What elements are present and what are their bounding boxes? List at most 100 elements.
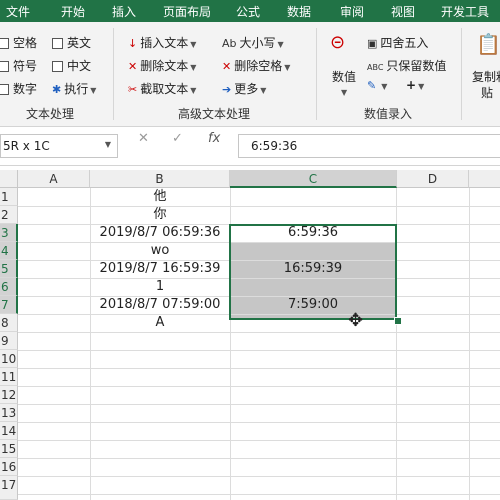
number-checkbox[interactable]: 数字: [0, 80, 37, 97]
english-checkbox[interactable]: 英文: [52, 34, 91, 51]
tab-home[interactable]: 开始: [61, 3, 85, 20]
execute-button[interactable]: ✱ 执行 ▼: [52, 80, 96, 97]
group-separator: [316, 28, 317, 120]
tab-file[interactable]: 文件: [6, 3, 30, 20]
select-all-corner[interactable]: [0, 170, 18, 188]
chevron-down-icon: ▼: [418, 82, 425, 91]
group-label-number-entry: 数值录入: [364, 107, 413, 121]
fill-handle[interactable]: [394, 317, 402, 325]
tab-insert[interactable]: 插入: [112, 3, 136, 20]
row-header[interactable]: 4: [0, 242, 18, 260]
chevron-down-icon: ▼: [341, 88, 348, 97]
insert-text-icon: ↓: [128, 37, 138, 50]
cell-b6[interactable]: 1: [90, 278, 230, 296]
tab-data[interactable]: 数据: [287, 3, 311, 20]
group-separator: [461, 28, 462, 120]
cell-b4[interactable]: wo: [90, 242, 230, 260]
row-header[interactable]: 1: [0, 188, 18, 206]
row-header[interactable]: 7: [0, 296, 18, 314]
chevron-down-icon: ▼: [260, 86, 267, 95]
row-header[interactable]: 9: [0, 332, 18, 350]
delete-space-icon: ✕: [222, 60, 232, 73]
row-header[interactable]: 14: [0, 422, 18, 440]
extract-text-icon: ✂: [128, 83, 138, 96]
tab-view[interactable]: 视图: [391, 3, 415, 20]
ribbon: 空格 英文 符号 中文 数字 ✱ 执行 ▼ 文本处理 ↓ 插入文本 ▼ Ab 大小写 ▼ ✕…: [0, 22, 500, 127]
keep-value-button[interactable]: ABC 只保留数值: [367, 57, 446, 74]
tab-review[interactable]: 审阅: [340, 3, 364, 20]
round-icon: ▣: [367, 37, 378, 50]
edit-button[interactable]: ✎ ▼: [367, 78, 387, 92]
column-header-a[interactable]: A: [18, 170, 90, 188]
pencil-icon: ✎: [367, 79, 377, 92]
row-header[interactable]: 11: [0, 368, 18, 386]
chinese-checkbox[interactable]: 中文: [52, 57, 91, 74]
row-header[interactable]: 16: [0, 458, 18, 476]
checkbox-icon: [0, 61, 9, 72]
case-icon: Ab: [222, 37, 237, 50]
chevron-down-icon: ▼: [381, 82, 388, 91]
plus-button[interactable]: + ▼: [406, 78, 424, 92]
case-button[interactable]: Ab 大小写 ▼: [222, 34, 284, 51]
row-header[interactable]: 13: [0, 404, 18, 422]
tab-developer[interactable]: 开发工具: [441, 3, 489, 20]
tab-page-layout[interactable]: 页面布局: [163, 3, 211, 20]
formula-bar: 5R x 1C ▼ ✕ ✓ fx 6:59:36: [0, 127, 500, 166]
insert-function-icon[interactable]: fx: [208, 131, 220, 146]
copy-paste-button[interactable]: 复制粘: [472, 68, 500, 85]
delete-text-button[interactable]: ✕ 删除文本 ▼: [128, 57, 196, 74]
row-header[interactable]: 5: [0, 260, 18, 278]
chevron-down-icon: ▼: [104, 140, 111, 149]
cell-b8[interactable]: A: [90, 314, 230, 332]
cell-b1[interactable]: 他: [90, 188, 230, 206]
clipboard-icon: 📋: [476, 32, 500, 56]
round-button[interactable]: ▣ 四舍五入: [367, 34, 428, 51]
chevron-down-icon: ▼: [190, 86, 197, 95]
move-cursor-icon: ✥: [348, 310, 364, 331]
numeric-button[interactable]: 数值: [332, 68, 356, 85]
name-box[interactable]: 5R x 1C ▼: [0, 134, 118, 158]
space-checkbox[interactable]: 空格: [0, 34, 37, 51]
cell-b3[interactable]: 2019/8/7 06:59:36: [90, 224, 230, 242]
checkbox-icon: [0, 84, 9, 95]
chevron-down-icon: ▼: [190, 40, 197, 49]
chevron-down-icon: ▼: [90, 86, 97, 95]
row-header[interactable]: 8: [0, 314, 18, 332]
abc-icon: ABC: [367, 63, 384, 72]
column-header-d[interactable]: D: [397, 170, 469, 188]
delete-text-icon: ✕: [128, 60, 138, 73]
group-separator: [113, 28, 114, 120]
cell-b5[interactable]: 2019/8/7 16:59:39: [90, 260, 230, 278]
tab-formulas[interactable]: 公式: [236, 3, 260, 20]
row-header[interactable]: 17: [0, 476, 18, 500]
extract-text-button[interactable]: ✂ 截取文本 ▼: [128, 80, 196, 97]
cancel-icon[interactable]: ✕: [138, 131, 149, 146]
selection-border: [229, 224, 397, 320]
row-header[interactable]: 15: [0, 440, 18, 458]
column-header-e[interactable]: [469, 170, 500, 188]
checkbox-icon: [52, 61, 63, 72]
row-header[interactable]: 6: [0, 278, 18, 296]
gridline: [469, 188, 470, 500]
symbol-checkbox[interactable]: 符号: [0, 57, 37, 74]
enter-icon[interactable]: ✓: [172, 131, 183, 146]
ribbon-tab-bar: 文件 开始 插入 页面布局 公式 数据 审阅 视图 开发工具: [0, 0, 500, 22]
more-button[interactable]: ➔ 更多 ▼: [222, 80, 266, 97]
row-header[interactable]: 2: [0, 206, 18, 224]
delete-space-button[interactable]: ✕ 删除空格 ▼: [222, 57, 290, 74]
insert-text-button[interactable]: ↓ 插入文本 ▼: [128, 34, 196, 51]
group-label-advanced-text: 高级文本处理: [178, 107, 251, 121]
cell-b2[interactable]: 你: [90, 206, 230, 224]
arrow-right-icon: ➔: [222, 83, 232, 96]
chevron-down-icon: ▼: [284, 63, 291, 72]
worksheet-grid[interactable]: A B C D 1 2 3 4 5 6 7 8 9 10 11 12 13 14…: [0, 170, 500, 500]
row-header[interactable]: 12: [0, 386, 18, 404]
column-header-b[interactable]: B: [90, 170, 230, 188]
formula-input[interactable]: 6:59:36: [238, 134, 500, 158]
chevron-down-icon: ▼: [277, 40, 284, 49]
row-header[interactable]: 3: [0, 224, 18, 242]
cell-b7[interactable]: 2018/8/7 07:59:00: [90, 296, 230, 314]
column-header-c[interactable]: C: [230, 170, 397, 188]
execute-icon: ✱: [52, 83, 62, 96]
row-header[interactable]: 10: [0, 350, 18, 368]
